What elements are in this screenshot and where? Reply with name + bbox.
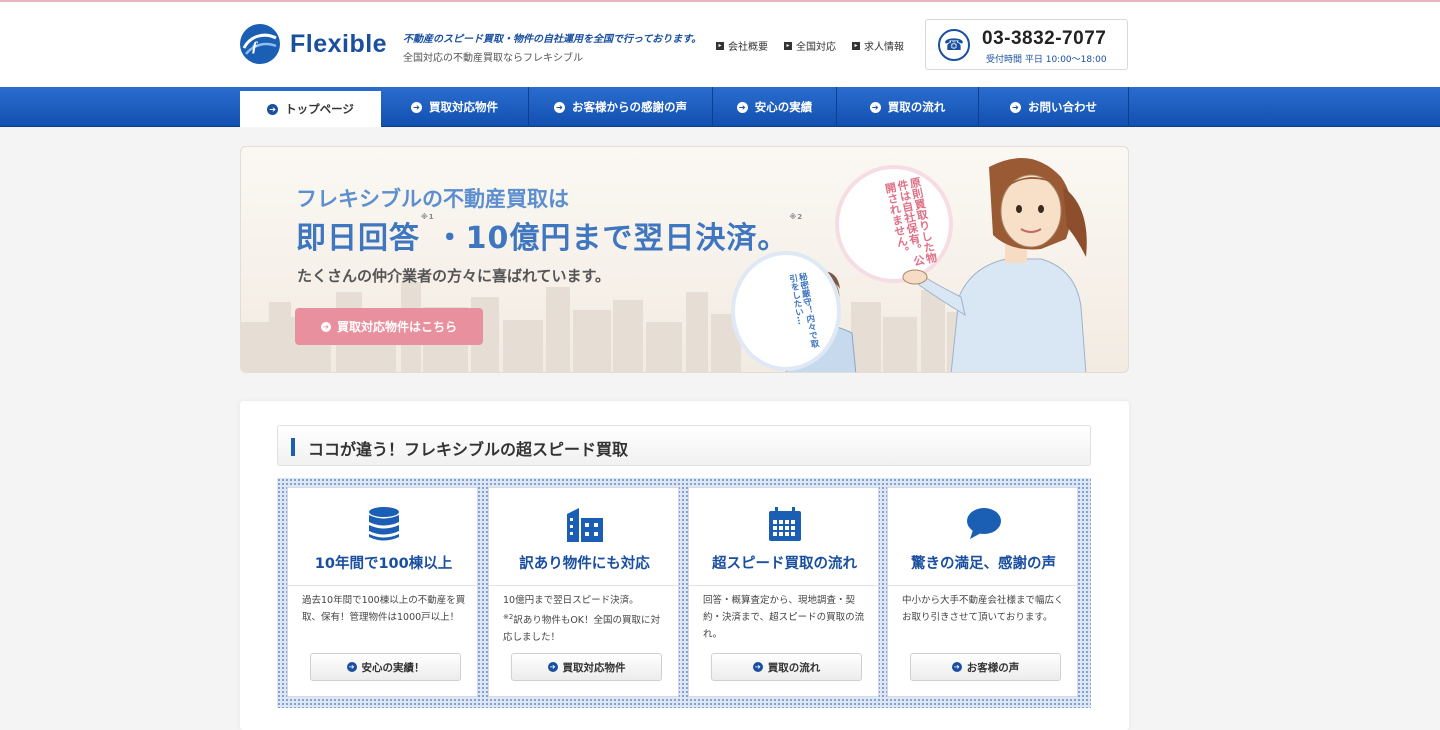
nav-purchase-flow[interactable]: ➔ 買取の流れ — [837, 87, 979, 127]
card-body-part: 10億円まで翌日スピード決済。 — [503, 595, 639, 606]
database-icon — [368, 507, 399, 541]
site-logo[interactable]: ƒ Flexible — [240, 24, 387, 64]
nav-label: トップページ — [285, 102, 354, 116]
footnote-mark: ※2 — [789, 213, 804, 221]
util-link-nationwide[interactable]: ▸ 全国対応 — [784, 38, 836, 53]
hero-headline-2a: 即日回答 — [296, 221, 420, 256]
card-title: 訳あり物件にも対応 — [519, 556, 650, 572]
arrow-circle-icon: ➔ — [869, 101, 881, 113]
testimonials-button[interactable]: ➔ お客様の声 — [910, 653, 1061, 681]
nav-label: 買取対応物件 — [429, 100, 498, 114]
hero-banner: フレキシブルの不動産買取は 即日回答※1・10億円まで翌日決済。※2 たくさんの… — [240, 146, 1129, 373]
card-title: 驚きの満足、感謝の声 — [911, 556, 1056, 572]
nav-label: 買取の流れ — [887, 100, 946, 114]
arrow-circle-icon: ➔ — [267, 103, 279, 115]
nav-label: 安心の実績 — [754, 100, 813, 114]
businesswoman-illustration — [902, 158, 1087, 372]
arrow-circle-icon: ➔ — [752, 662, 763, 672]
purchase-properties-button[interactable]: ➔ 買取対応物件 — [511, 653, 662, 681]
nav-testimonials[interactable]: ➔ お客様からの感謝の声 — [529, 87, 713, 127]
svg-text:ƒ: ƒ — [251, 39, 259, 55]
arrow-circle-icon: ➔ — [554, 101, 565, 113]
tagline-sub: 全国対応の不動産買取ならフレキシブル — [403, 53, 583, 64]
purchase-flow-button[interactable]: ➔ 買取の流れ — [711, 653, 862, 681]
util-link-label: 会社概要 — [728, 42, 768, 53]
nav-top-page[interactable]: ➔ トップページ — [240, 91, 381, 127]
utility-nav: ▸ 会社概要 ▸ 全国対応 ▸ 求人情報 — [716, 38, 920, 53]
button-label: 買取対応物件 — [562, 661, 626, 674]
arrow-circle-icon: ➔ — [320, 321, 331, 332]
arrow-circle-icon: ➔ — [736, 101, 748, 113]
building-icon — [566, 508, 603, 542]
customer-speech-bubble: 秘密厳守！内々で取引をしたい… — [731, 251, 841, 371]
arrow-circle-icon: ➔ — [346, 662, 357, 672]
calendar-icon — [768, 507, 801, 541]
nav-label: お問い合わせ — [1028, 100, 1097, 114]
button-label: 買取の流れ — [767, 661, 821, 674]
contact-phone-box[interactable]: ☎ 03-3832-7077 受付時間 平日 10:00～18:00 — [925, 19, 1128, 70]
util-link-company[interactable]: ▸ 会社概要 — [716, 38, 768, 53]
footnote-mark: ※2 — [503, 613, 514, 621]
card-title: 10年間で100棟以上 — [314, 556, 453, 572]
util-link-label: 全国対応 — [796, 42, 836, 53]
card-divider — [888, 585, 1077, 586]
hero-subtext: たくさんの仲介業者の方々に喜ばれています。 — [297, 267, 611, 285]
arrow-square-icon: ▸ — [852, 41, 860, 50]
speech-bubble-icon — [966, 508, 1001, 539]
section-heading: ココが違う！フレキシブルの超スピード買取 — [277, 425, 1091, 466]
util-link-recruit[interactable]: ▸ 求人情報 — [852, 38, 904, 53]
hero-headline-2b: ・10億円まで翌日決済。 — [434, 221, 789, 256]
phone-icon: ☎ — [938, 29, 970, 61]
feature-cards-grid: 10年間で100棟以上 過去10年間で100棟以上の不動産を買取、保有！管理物件… — [277, 478, 1091, 708]
nav-label: お客様からの感謝の声 — [572, 100, 687, 114]
card-body-part: 訳あり物件もOK！全国の買取に対応しました！ — [503, 615, 661, 644]
card-title: 超スピード買取の流れ — [712, 556, 857, 572]
section-title: ココが違う！フレキシブルの超スピード買取 — [308, 440, 629, 459]
arrow-circle-icon: ➔ — [547, 662, 558, 672]
site-header: ƒ Flexible 不動産のスピード買取・物件の自社運用を全国で行っております… — [0, 2, 1440, 87]
card-body: 過去10年間で100棟以上の不動産を買取、保有！管理物件は1000戸以上！ — [302, 595, 466, 623]
arrow-circle-icon: ➔ — [1010, 101, 1021, 113]
phone-number: 03-3832-7077 — [982, 28, 1107, 49]
card-divider — [288, 585, 477, 586]
button-label: 安心の実績！ — [361, 661, 425, 674]
hero-cta-label: 買取対応物件はこちら — [336, 320, 457, 334]
track-record-button[interactable]: ➔ 安心の実績！ — [310, 653, 461, 681]
feature-card-purchase-flow: 超スピード買取の流れ 回答・概算査定から、現地調査・契約・決済まで、超スピードの… — [688, 487, 879, 697]
hero-headline-1: フレキシブルの不動産買取は — [296, 187, 569, 211]
arrow-square-icon: ▸ — [784, 41, 792, 50]
card-body: 中小から大手不動産会社様まで幅広くお取り引きさせて頂いております。 — [902, 595, 1064, 623]
global-nav: ➔ トップページ ➔ 買取対応物件 ➔ お客様からの感謝の声 ➔ 安心の実績 ➔ 買取の流… — [0, 87, 1440, 127]
feature-card-problem-properties: 訳あり物件にも対応 10億円まで翌日スピード決済。 ※2訳あり物件もOK！全国の買… — [488, 487, 679, 697]
header-tagline: 不動産のスピード買取・物件の自社運用を全国で行っております。 全国対応の不動産買… — [403, 30, 701, 64]
footnote-mark: ※1 — [421, 213, 435, 221]
hero-headline-2: 即日回答※1・10億円まで翌日決済。※2 — [296, 213, 803, 257]
card-divider — [489, 585, 678, 586]
card-body: 回答・概算査定から、現地調査・契約・決済まで、超スピードの買取の流れ。 — [703, 595, 865, 640]
feature-card-track-record: 10年間で100棟以上 過去10年間で100棟以上の不動産を買取、保有！管理物件… — [287, 487, 478, 697]
arrow-square-icon: ▸ — [716, 41, 724, 50]
nav-track-record[interactable]: ➔ 安心の実績 — [713, 87, 837, 127]
feature-card-testimonials: 驚きの満足、感謝の声 中小から大手不動産会社様まで幅広くお取り引きさせて頂いてお… — [887, 487, 1078, 697]
util-link-label: 求人情報 — [864, 42, 904, 53]
nav-purchase-properties[interactable]: ➔ 買取対応物件 — [381, 87, 529, 127]
arrow-circle-icon: ➔ — [951, 662, 962, 672]
nav-contact[interactable]: ➔ お問い合わせ — [979, 87, 1129, 127]
heading-accent-bar — [291, 438, 295, 456]
arrow-circle-icon: ➔ — [411, 101, 422, 113]
logo-text: Flexible — [290, 29, 388, 58]
button-label: お客様の声 — [966, 661, 1020, 674]
logo-mark-icon: ƒ — [240, 24, 280, 64]
hero-cta-button[interactable]: ➔ 買取対応物件はこちら — [295, 308, 483, 345]
customer-bubble-text: 秘密厳守！内々で取引をしたい… — [787, 271, 821, 349]
features-section: ココが違う！フレキシブルの超スピード買取 10年間で100棟以上 過去10年間で… — [240, 401, 1129, 730]
business-hours: 受付時間 平日 10:00～18:00 — [986, 55, 1107, 65]
card-body: 10億円まで翌日スピード決済。 ※2訳あり物件もOK！全国の買取に対応しました！ — [503, 592, 669, 646]
tagline-main: 不動産のスピード買取・物件の自社運用を全国で行っております。 — [403, 34, 702, 45]
card-divider — [689, 585, 878, 586]
